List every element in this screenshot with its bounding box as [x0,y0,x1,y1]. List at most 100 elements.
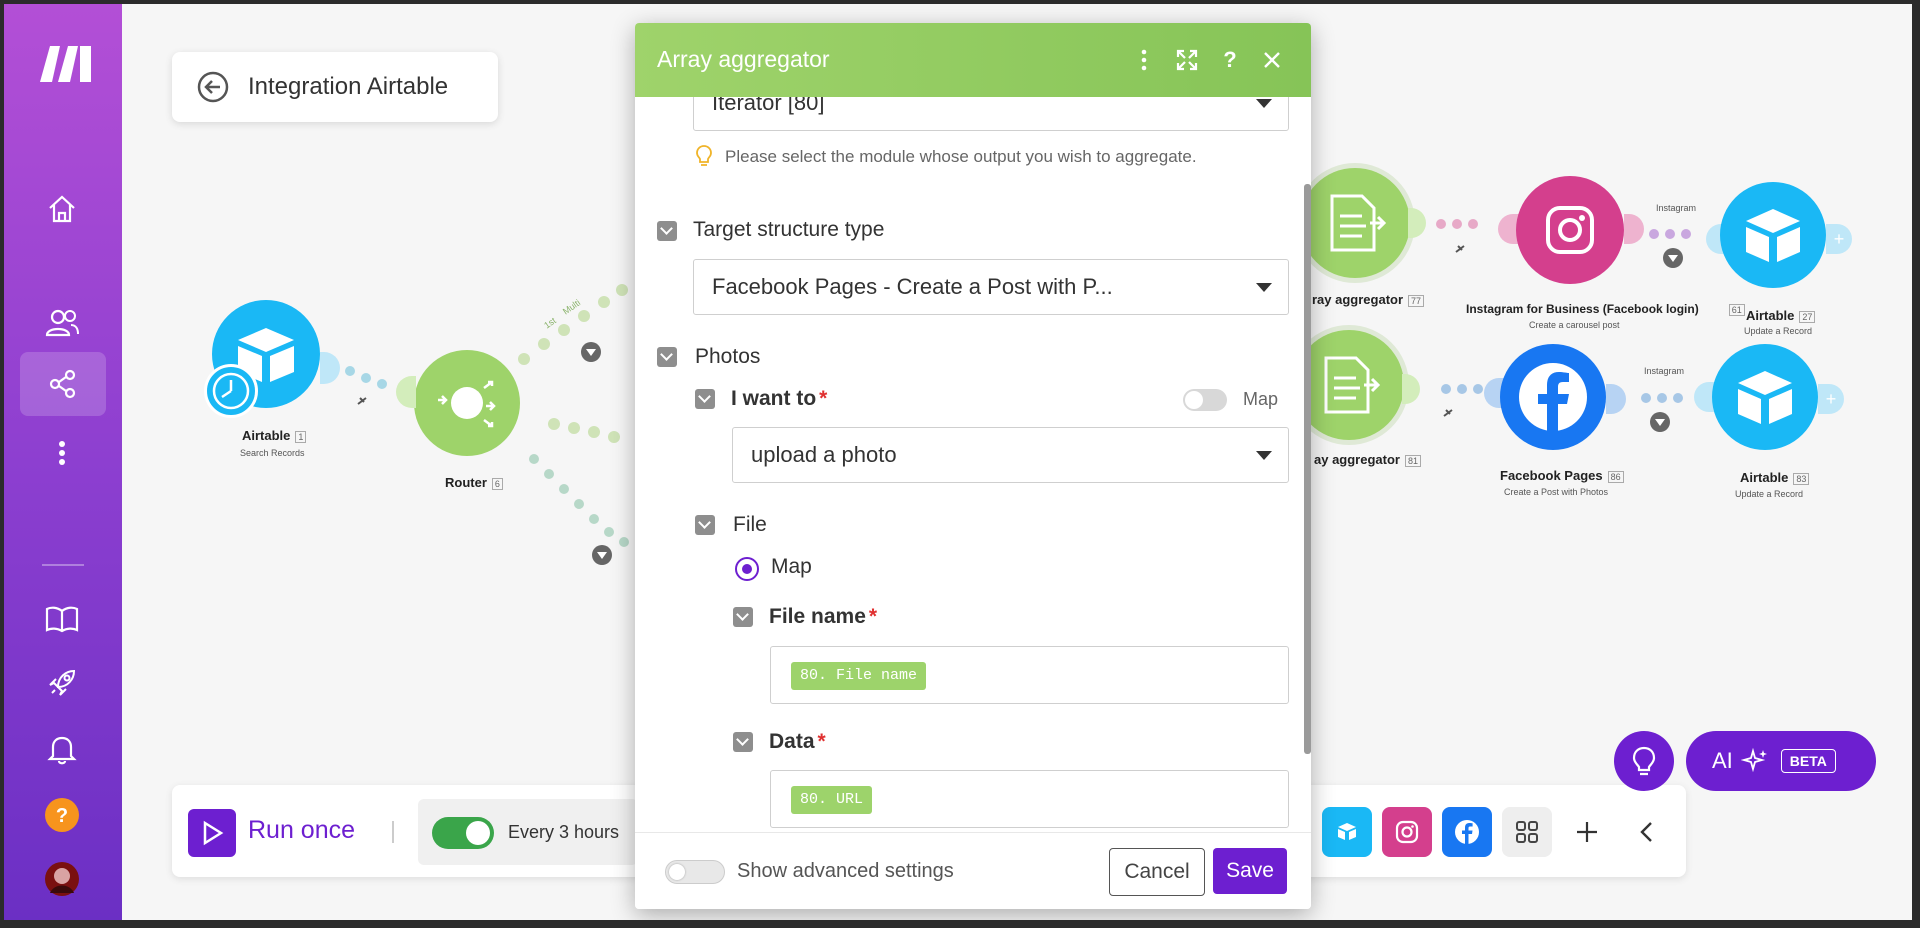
chevron-down-icon [1256,451,1272,460]
node-label: Airtable 1 [242,428,307,443]
run-once-button[interactable] [188,809,236,857]
instagram-icon [1546,206,1594,254]
facebook-icon [1455,820,1479,844]
node-sublabel: Update a Record [1744,326,1813,336]
instagram-toolbar-button[interactable] [1382,807,1432,857]
cancel-button[interactable]: Cancel [1109,848,1205,896]
node-label: Airtable 83 [1740,470,1810,485]
source-module-select[interactable]: Iterator [80] [693,97,1289,131]
data-input[interactable]: 80. URL [770,770,1289,828]
add-button[interactable] [1562,807,1612,857]
help-question-icon[interactable]: ? [1215,45,1245,75]
dialog-title: Array aggregator [657,46,830,72]
collapse-button[interactable] [1622,807,1672,857]
map-radio[interactable] [735,557,759,581]
facebook-toolbar-button[interactable] [1442,807,1492,857]
node-label: ray aggregator 77 [1312,292,1425,307]
instagram-icon [1395,820,1419,844]
node-label: Facebook Pages 86 [1500,468,1624,483]
map-radio-label: Map [771,555,812,578]
map-toggle-label: Map [1243,389,1279,409]
node-sublabel: Create a carousel post [1529,320,1620,330]
source-hint: Please select the module whose output yo… [725,147,1197,166]
array-aggregator-module-top[interactable] [1300,168,1410,278]
target-structure-select[interactable]: Facebook Pages - Create a Post with P... [693,259,1289,315]
node-sublabel: Update a Record [1735,489,1804,499]
lightbulb-hint-icon [696,145,712,166]
chevron-left-icon [1640,822,1652,842]
dialog-header: Array aggregator ? [635,23,1311,97]
more-options-icon[interactable] [1129,45,1159,75]
route-label-instagram-bottom: Instagram [1644,366,1685,376]
dialog-body: Iterator [80] Please select the module w… [635,97,1311,833]
schedule-label[interactable]: Every 3 hours [508,822,619,843]
beta-badge: BETA [1780,749,1836,773]
router-icon [438,380,496,428]
chevron-down-icon [1256,283,1272,292]
tips-button[interactable] [1614,731,1674,791]
clock-icon [212,372,250,410]
expand-icon[interactable] [1172,45,1202,75]
target-structure-value: Facebook Pages - Create a Post with P... [712,274,1113,299]
sparkle-icon [1740,747,1767,773]
aggregator-icon [1330,194,1387,252]
file-checkbox[interactable] [695,515,715,535]
schedule-toggle[interactable] [432,817,494,849]
node-sublabel: Create a Post with Photos [1504,487,1609,497]
play-icon [203,820,224,846]
schedule-control: Every 3 hours [418,799,638,865]
i-want-to-label: I want to * [731,387,828,410]
airtable-icon [1746,209,1800,262]
facebook-icon [1519,363,1587,432]
close-icon[interactable] [1257,45,1287,75]
airtable-icon [1338,823,1356,840]
airtable-update-module-top[interactable] [1720,182,1826,288]
ai-label: AI [1712,748,1733,773]
dialog-footer: Show advanced settings Cancel Save [635,832,1311,909]
i-want-to-select[interactable]: upload a photo [732,427,1289,483]
file-name-input[interactable]: 80. File name [770,646,1289,704]
dialog-scrollbar[interactable] [1304,184,1311,754]
advanced-settings-toggle[interactable] [665,860,725,884]
array-aggregator-dialog: Array aggregator ? Iterator [80] Please … [635,23,1311,909]
instagram-module[interactable] [1516,176,1624,284]
file-label: File [733,513,767,536]
toolbar-divider [392,821,394,843]
photos-checkbox[interactable] [657,347,677,367]
node-label: Airtable 27 [1746,308,1816,323]
chevron-down-icon [1256,99,1272,108]
map-toggle[interactable] [1183,389,1227,411]
airtable-toolbar-button[interactable] [1322,807,1372,857]
node-label: ay aggregator 81 [1314,452,1421,467]
clock-badge[interactable] [204,364,258,418]
i-want-to-value: upload a photo [751,442,897,467]
grid-icon [1516,821,1538,843]
app-window: ? Integration Airtable 1st Multi Instagr… [4,4,1912,920]
file-name-checkbox[interactable] [733,607,753,627]
router-module[interactable] [414,350,520,456]
node-label: Instagram for Business (Facebook login) 6… [1466,302,1745,316]
node-sublabel: Search Records [240,448,305,458]
file-name-mapped-value[interactable]: 80. File name [791,662,927,690]
target-structure-label: Target structure type [693,218,885,241]
photos-label: Photos [695,345,761,368]
facebook-pages-module[interactable] [1500,344,1606,450]
data-checkbox[interactable] [733,732,753,752]
file-name-label: File name * [769,605,878,628]
airtable-icon [1738,371,1792,424]
source-module-value: Iterator [80] [712,97,825,115]
ai-assistant-button[interactable]: AI BETA [1686,731,1876,791]
i-want-to-checkbox[interactable] [695,389,715,409]
data-mapped-value[interactable]: 80. URL [791,786,873,814]
route-label-instagram-top: Instagram [1656,203,1697,213]
data-label: Data * [769,730,826,753]
lightbulb-icon [1632,746,1656,776]
advanced-settings-label[interactable]: Show advanced settings [737,860,954,883]
node-label: Router 6 [445,475,503,490]
save-button[interactable]: Save [1213,848,1287,894]
airtable-update-module-bottom[interactable] [1712,344,1818,450]
apps-grid-button[interactable] [1502,807,1552,857]
target-structure-checkbox[interactable] [657,221,677,241]
plus-icon [1577,822,1597,842]
run-once-label[interactable]: Run once [248,816,355,845]
